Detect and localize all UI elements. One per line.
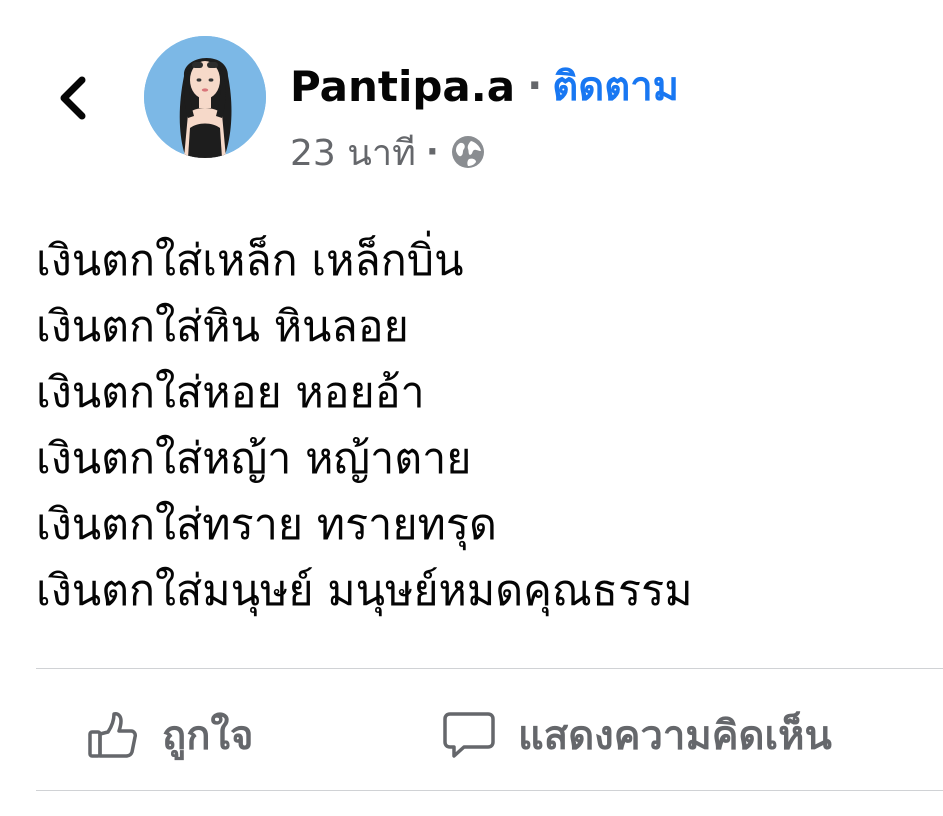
follow-button[interactable]: ติดตาม [552, 54, 679, 118]
like-label: ถูกใจ [162, 713, 254, 759]
post-line: เงินตกใส่มนุษย์ มนุษย์หมดคุณธรรม [36, 566, 693, 616]
avatar[interactable] [144, 36, 266, 158]
thumbs-up-icon [88, 712, 137, 758]
post-line: เงินตกใส่เหล็ก เหล็กบิ่น [36, 236, 464, 286]
meta-separator: · [425, 132, 439, 172]
avatar-illustration [144, 36, 266, 158]
divider-bottom [36, 790, 943, 791]
post-line: เงินตกใส่หิน หินลอย [36, 302, 409, 352]
speech-bubble-icon [443, 712, 495, 758]
author-name[interactable]: Pantipa.a [290, 62, 515, 111]
post-line: เงินตกใส่ทราย ทรายทรุด [36, 500, 497, 550]
post-header: Pantipa.a · ติดตาม [290, 56, 679, 116]
chevron-left-icon [60, 76, 86, 120]
header-separator: · [527, 63, 543, 109]
post-line: เงินตกใส่หอย หอยอ้า [36, 368, 425, 418]
post-timestamp[interactable]: 23 นาที [290, 124, 416, 181]
back-button[interactable] [48, 70, 98, 126]
divider-top [36, 668, 943, 669]
post-text: เงินตกใส่เหล็ก เหล็กบิ่น เงินตกใส่หิน หิ… [36, 228, 936, 624]
comment-button[interactable]: แสดงความคิดเห็น [442, 700, 832, 770]
post-line: เงินตกใส่หญ้า หญ้าตาย [36, 434, 472, 484]
post-meta: 23 นาที · [290, 126, 487, 178]
like-button[interactable]: ถูกใจ [86, 700, 253, 770]
comment-label: แสดงความคิดเห็น [518, 713, 832, 759]
globe-icon[interactable] [449, 133, 487, 171]
